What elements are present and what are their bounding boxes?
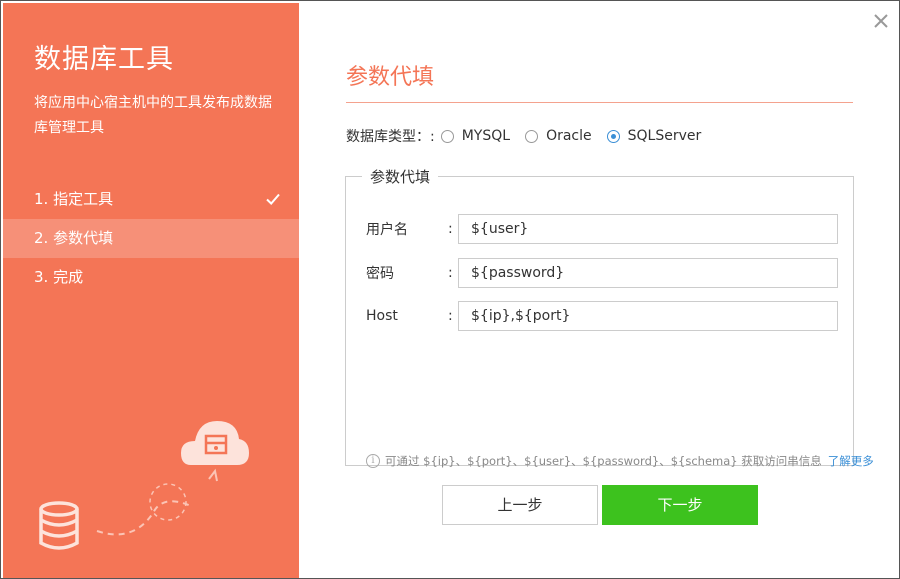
db-type-label: 数据库类型：:	[346, 129, 435, 145]
hint-text: 可通过 ${ip}、${port}、${user}、${password}、${…	[385, 454, 822, 468]
radio-circle[interactable]	[525, 129, 539, 143]
radio-oracle[interactable]: Oracle	[525, 128, 592, 144]
step-label: 1. 指定工具	[34, 190, 114, 208]
password-input[interactable]	[458, 258, 838, 288]
password-label: 密码	[366, 266, 394, 282]
username-input[interactable]	[458, 214, 838, 244]
radio-circle-checked[interactable]	[606, 129, 620, 143]
hint-row: i 可通过 ${ip}、${port}、${user}、${password}、…	[366, 453, 874, 469]
section-title: 参数代填	[346, 65, 435, 90]
params-fieldset: 参数代填 用户名 : 密码 : Host : i 可通过 ${ip}、${por…	[345, 166, 874, 468]
radio-label: MYSQL	[461, 128, 511, 144]
dialog-window: 数据库工具 将应用中心宿主机中的工具发布成数据库管理工具 1. 指定工具 2. …	[0, 0, 900, 579]
sidebar: 数据库工具 将应用中心宿主机中的工具发布成数据库管理工具 1. 指定工具 2. …	[3, 3, 299, 578]
host-label: Host	[366, 308, 398, 324]
info-icon: i	[366, 454, 380, 468]
step-item-param-fill[interactable]: 2. 参数代填	[3, 219, 299, 258]
username-label: 用户名	[366, 222, 408, 238]
field-colon: :	[448, 308, 453, 324]
close-icon[interactable]	[871, 11, 891, 31]
host-row: Host :	[366, 301, 838, 331]
cloud-icon	[181, 421, 249, 465]
prev-step-button[interactable]: 上一步	[442, 485, 598, 525]
radio-circle[interactable]	[440, 129, 454, 143]
next-step-button[interactable]: 下一步	[602, 485, 758, 525]
username-row: 用户名 :	[366, 214, 838, 244]
radio-sqlserver[interactable]: SQLServer	[606, 128, 702, 144]
params-legend: 参数代填	[370, 168, 431, 186]
step-item-specify-tool[interactable]: 1. 指定工具	[3, 180, 299, 219]
radio-label: SQLServer	[627, 128, 702, 144]
field-colon: :	[448, 221, 453, 237]
sidebar-title: 数据库工具	[34, 44, 174, 75]
checkmark-icon	[266, 193, 280, 205]
dashed-arrow-path	[96, 500, 194, 536]
radio-label: Oracle	[546, 128, 592, 144]
step-item-complete[interactable]: 3. 完成	[3, 258, 299, 297]
learn-more-link[interactable]: 了解更多	[828, 453, 874, 469]
database-icon	[39, 501, 79, 550]
title-divider	[346, 102, 853, 103]
step-list: 1. 指定工具 2. 参数代填 3. 完成	[3, 180, 299, 297]
step-label: 3. 完成	[34, 268, 84, 286]
host-input[interactable]	[458, 301, 838, 331]
sidebar-description: 将应用中心宿主机中的工具发布成数据库管理工具	[34, 95, 272, 136]
db-type-selector: 数据库类型：: MYSQL Oracle SQLServer	[346, 125, 716, 147]
password-row: 密码 :	[366, 258, 838, 288]
field-colon: :	[448, 265, 453, 281]
step-label: 2. 参数代填	[34, 229, 114, 247]
radio-mysql[interactable]: MYSQL	[440, 128, 511, 144]
database-cloud-illustration	[39, 421, 249, 550]
